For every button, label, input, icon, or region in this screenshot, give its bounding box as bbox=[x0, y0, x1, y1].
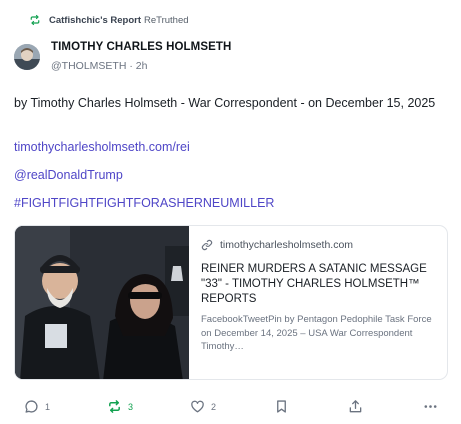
author-handle[interactable]: @THOLMSETH bbox=[51, 60, 126, 72]
share-button[interactable] bbox=[348, 399, 363, 414]
bookmark-icon bbox=[274, 399, 289, 414]
retruth-action-label: ReTruthed bbox=[144, 14, 189, 26]
retruth-count: 3 bbox=[128, 401, 134, 412]
retruth-icon bbox=[107, 399, 122, 414]
post-link-hashtag[interactable]: #FIGHTFIGHTFIGHTFORASHERNEUMILLER bbox=[14, 196, 274, 210]
link-preview-image bbox=[15, 226, 189, 379]
author-meta: @THOLMSETH · 2h bbox=[51, 60, 147, 72]
post-link-mention[interactable]: @realDonaldTrump bbox=[14, 168, 123, 182]
reply-icon bbox=[24, 399, 39, 414]
card-domain-row: timothycharlesholmseth.com bbox=[201, 236, 441, 254]
retruth-user[interactable]: Catfishchic's Report bbox=[49, 15, 141, 26]
retruth-icon bbox=[29, 14, 41, 26]
share-icon bbox=[348, 399, 363, 414]
post-actions: 1 3 2 bbox=[0, 396, 461, 418]
post-link-url[interactable]: timothycharlesholmseth.com/rei bbox=[14, 140, 190, 154]
reply-count: 1 bbox=[45, 401, 51, 412]
author-name[interactable]: TIMOTHY CHARLES HOLMSETH bbox=[51, 41, 231, 53]
card-description: FacebookTweetPin by Pentagon Pedophile T… bbox=[201, 314, 432, 352]
card-title: REINER MURDERS A SATANIC MESSAGE "33" - … bbox=[201, 263, 427, 305]
retruth-banner: Catfishchic's Report ReTruthed bbox=[29, 13, 189, 27]
like-icon bbox=[190, 399, 205, 414]
more-icon bbox=[423, 399, 438, 414]
more-options-button[interactable] bbox=[423, 399, 438, 414]
bookmark-button[interactable] bbox=[274, 399, 289, 414]
avatar[interactable] bbox=[14, 44, 40, 70]
like-button[interactable]: 2 bbox=[190, 399, 216, 414]
post-body: by Timothy Charles Holmseth - War Corres… bbox=[14, 96, 436, 110]
retruth-button[interactable]: 3 bbox=[107, 399, 133, 414]
link-icon bbox=[201, 239, 213, 251]
like-count: 2 bbox=[211, 401, 217, 412]
post-time[interactable]: 2h bbox=[136, 60, 148, 72]
reply-button[interactable]: 1 bbox=[24, 399, 50, 414]
card-domain: timothycharlesholmseth.com bbox=[220, 239, 354, 251]
link-preview-card[interactable]: timothycharlesholmseth.com REINER MURDER… bbox=[14, 225, 448, 380]
link-preview-text: timothycharlesholmseth.com REINER MURDER… bbox=[201, 236, 441, 354]
